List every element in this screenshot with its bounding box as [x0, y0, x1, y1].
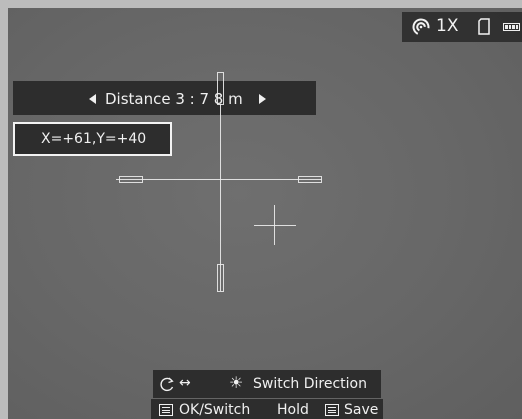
thermal-view: 1X Distance 3 : 7 8 m X=+61,Y=+40 ↔ ☀ Sw… [8, 8, 522, 419]
zoom-level: 1X [436, 16, 459, 36]
status-bar: 1X [402, 12, 522, 42]
arrow-right-icon[interactable] [259, 94, 266, 104]
reticle-post-bottom [217, 264, 224, 292]
reticle-post-top [217, 72, 224, 105]
distance-bar: Distance 3 : 7 8 m [13, 81, 316, 115]
hold-label: Hold [277, 402, 309, 418]
switch-direction-label: Switch Direction [253, 376, 367, 392]
swap-horizontal-icon: ↔ [179, 375, 191, 391]
reticle-post-left [119, 176, 143, 183]
reticle-vertical-line [220, 104, 221, 291]
arrow-left-icon[interactable] [89, 94, 96, 104]
help-bar-actions: OK/Switch Hold Save [151, 399, 383, 419]
brightness-icon: ☀ [229, 373, 244, 392]
ok-switch-label: OK/Switch [179, 402, 251, 418]
offset-cross-horizontal [254, 225, 296, 226]
menu-icon [159, 404, 173, 416]
menu-icon [325, 404, 339, 416]
battery-icon [503, 23, 520, 31]
reticle-post-right [298, 176, 322, 183]
coordinate-box: X=+61,Y=+40 [13, 122, 172, 156]
sd-card-icon [478, 18, 490, 35]
hotspot-icon [412, 18, 430, 36]
reticle-horizontal-line [116, 179, 322, 180]
help-bar-direction: ↔ ☀ Switch Direction [153, 370, 381, 398]
rotate-icon [160, 377, 174, 392]
save-label: Save [344, 402, 379, 418]
coordinate-readout: X=+61,Y=+40 [41, 131, 147, 147]
